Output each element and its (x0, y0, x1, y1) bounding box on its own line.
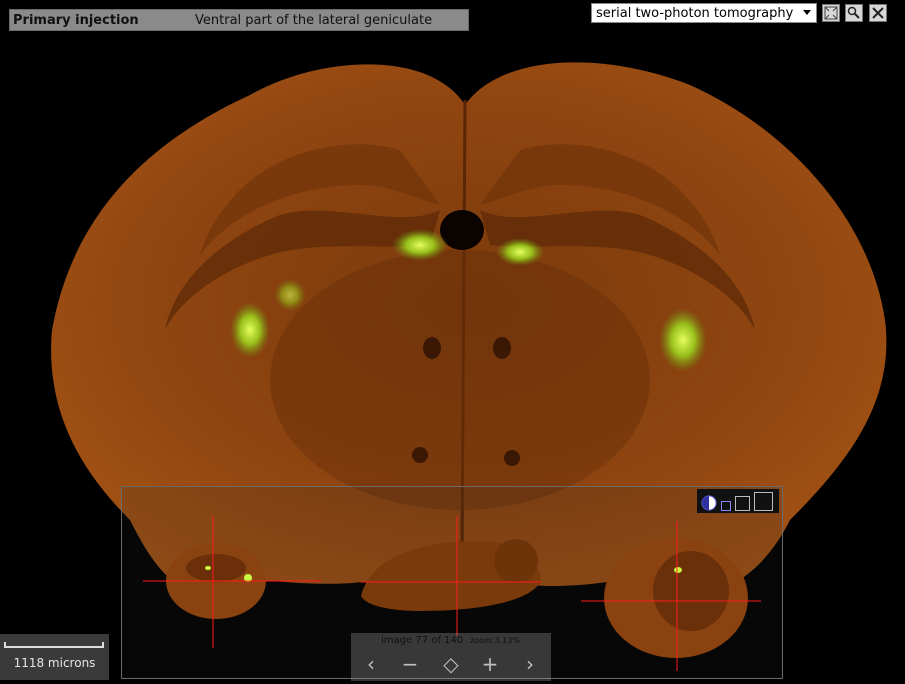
magnify-icon (847, 6, 860, 19)
magnify-button[interactable] (845, 4, 863, 22)
medium-view-icon[interactable] (735, 496, 750, 511)
large-view-icon[interactable] (754, 492, 773, 511)
dropdown-caret-icon (803, 10, 811, 15)
fullscreen-icon (824, 6, 838, 20)
zoom-label: zoom:3.13% (470, 636, 520, 645)
next-image-button[interactable]: › (519, 653, 541, 675)
view-mode-selector (697, 489, 779, 513)
injection-info-bar: Primary injection Ventral part of the la… (9, 9, 469, 31)
scale-bar: 1118 microns (0, 634, 109, 680)
fullscreen-button[interactable] (822, 4, 840, 22)
modality-selected-label: serial two-photon tomography (596, 5, 794, 21)
scale-bar-line (4, 642, 104, 648)
horizontal-thumbnail[interactable] (604, 538, 748, 658)
tools-button[interactable] (869, 4, 887, 22)
zoom-out-button[interactable]: − (399, 653, 421, 675)
tools-icon (872, 7, 884, 19)
fluorescence-lgn-right (659, 308, 707, 372)
primary-injection-label: Primary injection (13, 12, 139, 28)
fluorescence-lgn-left (230, 302, 270, 358)
zoom-in-button[interactable]: + (479, 653, 501, 675)
small-view-icon[interactable] (721, 501, 731, 511)
pan-button[interactable]: ◇ (440, 653, 462, 675)
image-number-label: image 77 of 140 (381, 635, 464, 646)
modality-select[interactable]: serial two-photon tomography (591, 3, 817, 23)
image-counter-panel: image 77 of 140 zoom:3.13% ‹ − ◇ + › (351, 633, 551, 681)
scale-bar-label: 1118 microns (13, 656, 96, 670)
sagittal-thumbnail[interactable] (361, 539, 541, 611)
fluorescence-top-left (392, 229, 448, 261)
previous-image-button[interactable]: ‹ (360, 653, 382, 675)
fluorescence-top-right (496, 238, 544, 266)
contrast-icon[interactable] (701, 495, 717, 511)
primary-injection-value: Ventral part of the lateral geniculate (195, 12, 433, 28)
